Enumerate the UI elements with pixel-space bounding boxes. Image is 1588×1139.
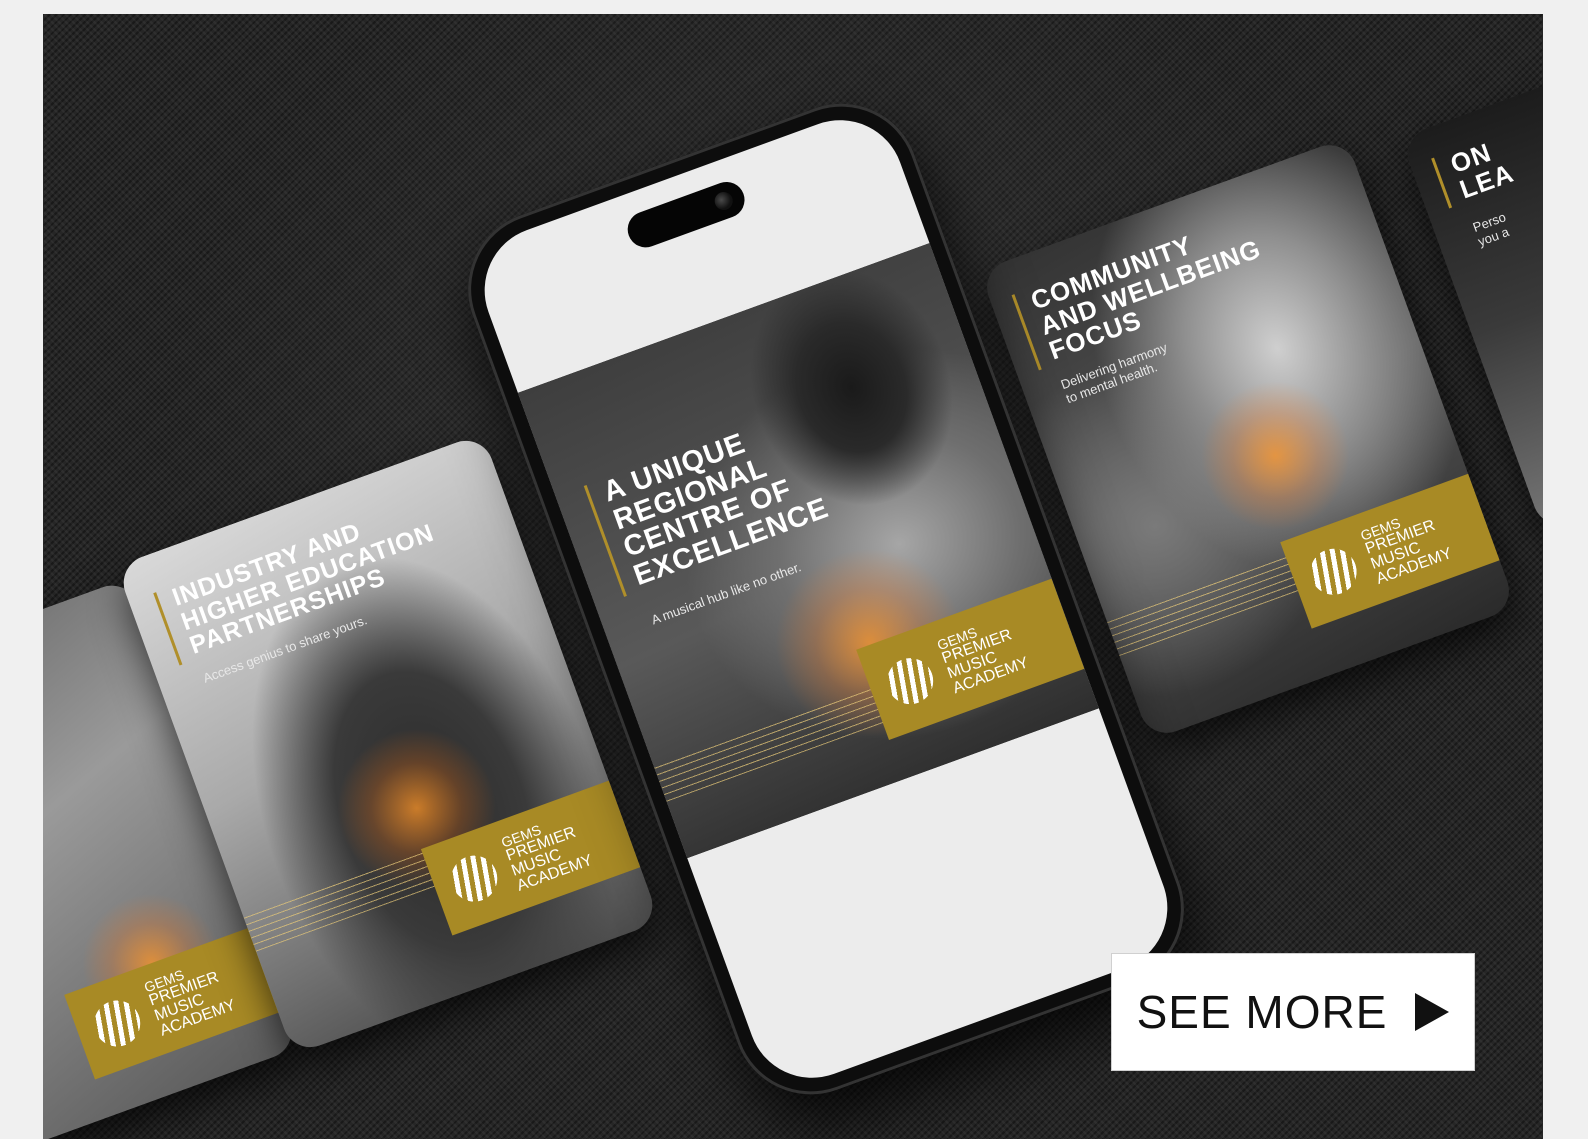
academy-logo-icon <box>876 647 944 715</box>
dynamic-island <box>622 176 750 253</box>
see-more-label: SEE MORE <box>1136 986 1388 1038</box>
academy-logo-icon <box>1300 538 1367 606</box>
see-more-button[interactable]: SEE MORE <box>1111 953 1475 1071</box>
academy-logo-icon <box>440 845 508 912</box>
camera-icon <box>712 189 736 213</box>
academy-logo-icon <box>83 990 151 1057</box>
play-arrow-icon <box>1415 993 1450 1031</box>
